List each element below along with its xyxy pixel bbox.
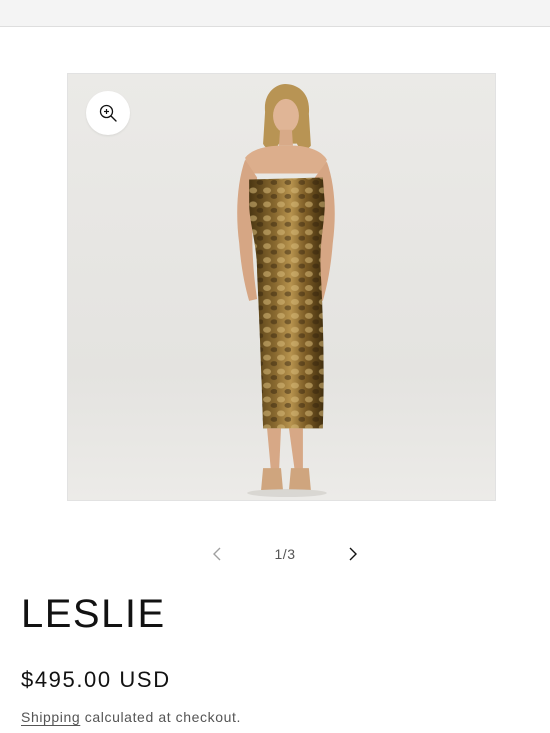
slider-controls: 1/3 [200, 538, 370, 570]
product-price: $495.00 USD [21, 667, 171, 692]
next-slide-button[interactable] [336, 538, 370, 570]
shipping-link[interactable]: Shipping [21, 709, 80, 725]
slide-counter: 1/3 [274, 546, 296, 562]
shipping-note: Shipping calculated at checkout. [21, 707, 241, 727]
chevron-left-icon [213, 547, 221, 561]
zoom-button[interactable] [86, 91, 130, 135]
previous-slide-button[interactable] [200, 538, 234, 570]
zoom-in-icon [99, 104, 117, 122]
product-media[interactable] [67, 73, 496, 501]
product-photo [68, 74, 495, 500]
shipping-note-text: calculated at checkout. [80, 709, 242, 725]
top-bar [0, 0, 550, 27]
product-title: LESLIE [21, 592, 166, 636]
chevron-right-icon [349, 547, 357, 561]
